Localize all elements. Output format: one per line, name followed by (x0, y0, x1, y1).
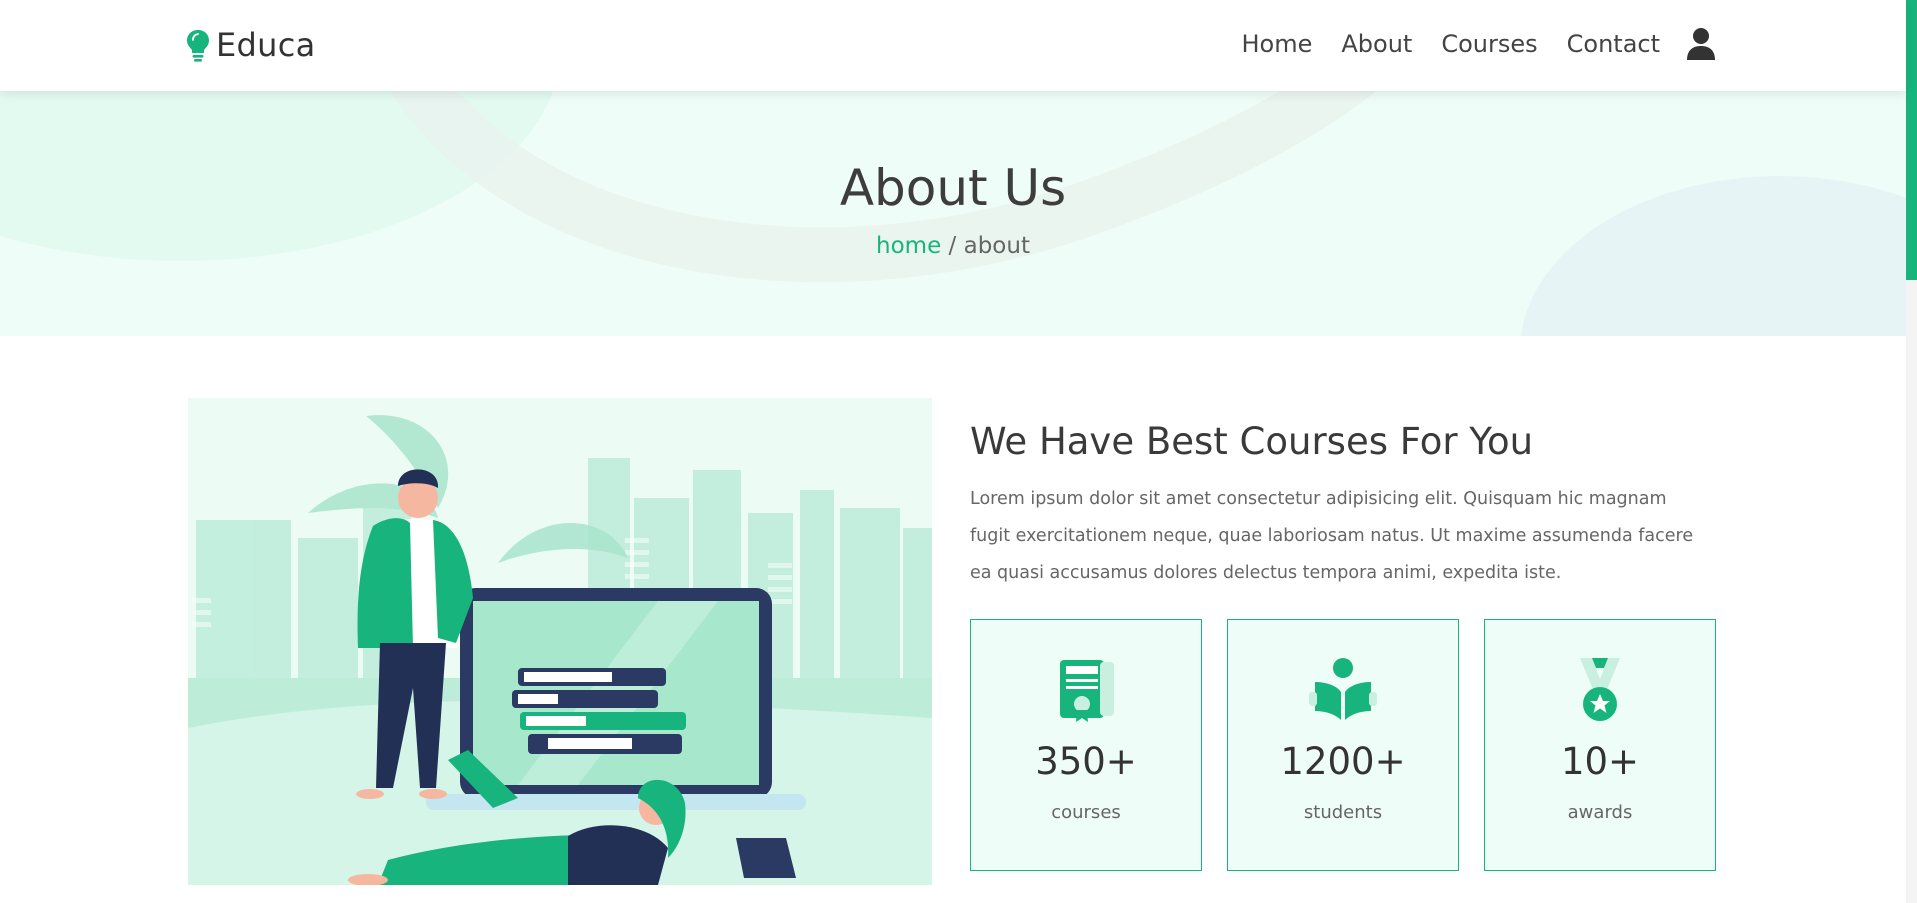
scrollbar-thumb[interactable] (1906, 0, 1917, 280)
stat-value: 1200+ (1280, 740, 1406, 783)
breadcrumb: home / about (0, 233, 1906, 259)
lightbulb-icon (187, 30, 209, 62)
stat-card-students: 1200+ students (1227, 619, 1459, 871)
reading-student-icon (1309, 658, 1377, 720)
brand-logo[interactable]: Educa (186, 26, 316, 64)
stat-card-awards: 10+ awards (1484, 619, 1716, 871)
stat-label: students (1303, 802, 1383, 823)
breadcrumb-home-link[interactable]: home (876, 233, 941, 259)
nav-contact-link[interactable]: Contact (1567, 30, 1660, 58)
nav-home-link[interactable]: Home (1241, 30, 1312, 58)
about-illustration (188, 398, 932, 885)
scrollbar[interactable] (1906, 0, 1917, 903)
stat-label: courses (1051, 802, 1121, 823)
site-header: Educa Home About Courses Contact (0, 0, 1906, 91)
brand-name: Educa (216, 26, 316, 64)
page-title: About Us (839, 159, 1067, 217)
stat-value: 350+ (1035, 740, 1137, 783)
page-hero: About Us home / about (0, 91, 1906, 336)
breadcrumb-separator: / (941, 233, 964, 259)
nav-courses-link[interactable]: Courses (1441, 30, 1537, 58)
user-icon[interactable] (1686, 27, 1716, 61)
certificate-icon (1060, 660, 1114, 722)
stat-value: 10+ (1560, 740, 1640, 783)
stat-label: awards (1567, 802, 1633, 823)
breadcrumb-current: about (963, 233, 1030, 259)
stats-row: 350+ courses 1200+ students 10+ awards (970, 619, 1716, 871)
main-nav: Home About Courses Contact (1241, 30, 1660, 58)
stat-card-courses: 350+ courses (970, 619, 1202, 871)
nav-about-link[interactable]: About (1341, 30, 1412, 58)
about-heading: We Have Best Courses For You (970, 420, 1534, 463)
about-description: Lorem ipsum dolor sit amet consectetur a… (970, 489, 1694, 583)
learning-scene-illustration (188, 398, 932, 885)
medal-icon (1580, 658, 1620, 721)
